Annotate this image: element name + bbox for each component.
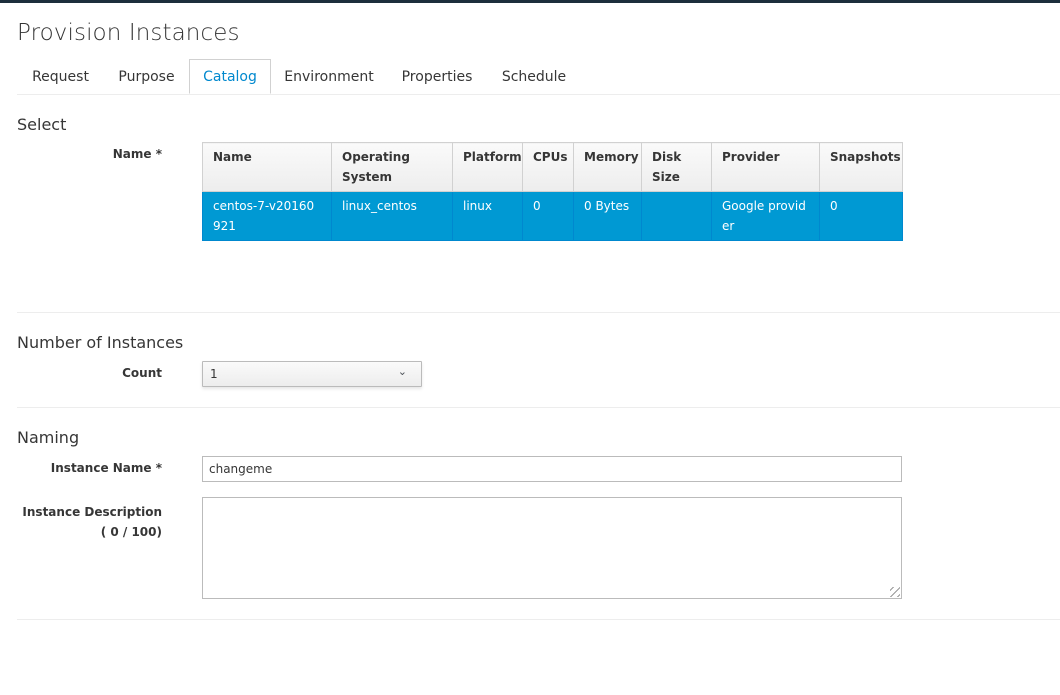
instance-name-input[interactable]: changeme (202, 456, 902, 482)
naming-heading: Naming (17, 428, 80, 447)
count-label: Count (122, 366, 162, 380)
instance-name-label: Instance Name * (50, 461, 162, 475)
cell-cpus: 0 (522, 191, 574, 241)
count-select-value: 1 (210, 367, 218, 381)
cell-memory: 0 Bytes (573, 191, 642, 241)
instance-description-textarea[interactable] (202, 497, 902, 599)
tab-properties[interactable]: Properties (387, 59, 487, 94)
column-header-cpus[interactable]: CPUs (522, 142, 574, 192)
cell-disk-size (641, 191, 712, 241)
resize-handle-icon[interactable] (890, 587, 900, 597)
page-title: Provision Instances (17, 20, 240, 46)
table-row[interactable]: centos-7-v20160921 linux_centos linux 0 … (202, 191, 903, 241)
column-header-disk-size[interactable]: Disk Size (641, 142, 712, 192)
tab-environment[interactable]: Environment (271, 59, 387, 94)
masthead-bar (0, 0, 1060, 3)
table-header-row: Name Operating System Platform CPUs Memo… (202, 142, 903, 192)
instances-heading: Number of Instances (17, 333, 184, 352)
select-heading: Select (17, 115, 67, 134)
tab-request[interactable]: Request (17, 59, 104, 94)
section-divider (17, 407, 1060, 408)
tab-catalog[interactable]: Catalog (189, 59, 271, 94)
column-header-snapshots[interactable]: Snapshots (819, 142, 903, 192)
column-header-platform[interactable]: Platform (452, 142, 523, 192)
column-header-memory[interactable]: Memory (573, 142, 642, 192)
cell-name: centos-7-v20160921 (202, 191, 332, 241)
chevron-down-icon: ⌄ (397, 365, 407, 378)
instance-description-label: Instance Description ( 0 / 100) (22, 505, 162, 539)
catalog-table: Name Operating System Platform CPUs Memo… (202, 142, 903, 241)
column-header-name[interactable]: Name (202, 142, 332, 192)
cell-snapshots: 0 (819, 191, 903, 241)
count-select[interactable]: 1 ⌄ (202, 361, 422, 387)
column-header-operating-system[interactable]: Operating System (331, 142, 453, 192)
tab-schedule[interactable]: Schedule (487, 59, 581, 94)
cell-platform: linux (452, 191, 523, 241)
cell-provider: Google provider (711, 191, 820, 241)
tab-purpose[interactable]: Purpose (104, 59, 189, 94)
cell-operating-system: linux_centos (331, 191, 453, 241)
section-divider (17, 619, 1060, 620)
name-label: Name * (112, 147, 162, 161)
tab-bar: Request Purpose Catalog Environment Prop… (17, 59, 1060, 95)
section-divider (17, 312, 1060, 313)
column-header-provider[interactable]: Provider (711, 142, 820, 192)
